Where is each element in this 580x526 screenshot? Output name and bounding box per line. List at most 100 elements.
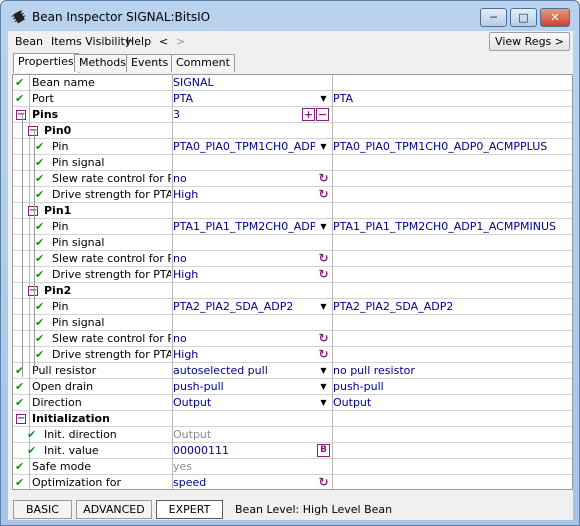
column-separator	[332, 283, 333, 299]
remove-pin-button[interactable]: −	[316, 108, 329, 121]
property-row[interactable]: ✔ Direction Output Output ▼	[13, 395, 572, 411]
tab-bar: Properties Methods Events Comment	[8, 53, 573, 73]
add-pin-button[interactable]: +	[302, 108, 315, 121]
property-value[interactable]: no	[173, 332, 315, 345]
property-row[interactable]: ✔ Slew rate control for PTAno↻	[13, 331, 572, 347]
collapse-icon[interactable]: −	[28, 206, 38, 216]
property-row[interactable]: ✔ Init. value 00000111 B	[13, 443, 572, 459]
property-value[interactable]: PTA	[173, 92, 315, 105]
view-regs-button[interactable]: View Regs >	[489, 32, 570, 51]
property-row[interactable]: − Initialization	[13, 411, 572, 427]
reset-default-icon[interactable]: ↻	[317, 188, 330, 201]
column-separator	[29, 235, 30, 251]
collapse-icon[interactable]: −	[16, 414, 26, 424]
nav-back-button[interactable]: <	[159, 35, 168, 48]
property-value[interactable]: no	[173, 252, 315, 265]
level-advanced-button[interactable]: ADVANCED	[76, 500, 152, 519]
level-basic-button[interactable]: BASIC	[13, 500, 72, 519]
bean-inspector-window: Bean Inspector SIGNAL:BitsIO ─ □ ✕ Bean …	[0, 0, 580, 526]
property-row[interactable]: ✔ Init. direction Output	[13, 427, 572, 443]
tab-events[interactable]: Events	[126, 54, 174, 72]
tab-properties[interactable]: Properties	[13, 53, 79, 73]
tab-comment[interactable]: Comment	[171, 54, 235, 72]
dropdown-arrow-icon[interactable]: ▼	[317, 300, 330, 313]
property-resolved-value: PTA0_PIA0_TPM1CH0_ADP0_ACMPPLUS	[333, 140, 548, 153]
property-row[interactable]: ✔ Pull resistor autoselected pull no pull r…	[13, 363, 572, 379]
check-icon: ✔	[35, 348, 45, 361]
property-row[interactable]: −Pin0	[13, 123, 572, 139]
property-value[interactable]: Output	[173, 396, 315, 409]
property-row[interactable]: ✔ Open drain push-pull push-pull ▼	[13, 379, 572, 395]
check-icon: ✔	[35, 140, 45, 153]
property-row[interactable]: ✔ Pin signal	[13, 235, 572, 251]
property-value[interactable]: speed	[173, 476, 315, 489]
property-value[interactable]: no	[173, 172, 315, 185]
collapse-icon[interactable]: −	[28, 286, 38, 296]
check-icon: ✔	[35, 188, 45, 201]
property-value[interactable]: PTA1_PIA1_TPM2CH0_ADP	[173, 220, 315, 233]
property-row[interactable]: ✔ Slew rate control for PTAno↻	[13, 171, 572, 187]
reset-default-icon[interactable]: ↻	[317, 268, 330, 281]
property-value[interactable]: 3	[173, 108, 315, 121]
dropdown-arrow-icon[interactable]: ▼	[317, 92, 330, 105]
property-row[interactable]: ✔ Pin signal	[13, 315, 572, 331]
dropdown-arrow-icon[interactable]: ▼	[317, 380, 330, 393]
collapse-icon[interactable]: −	[28, 126, 38, 136]
menu-help[interactable]: Help	[126, 35, 151, 48]
dropdown-arrow-icon[interactable]: ▼	[317, 220, 330, 233]
property-value[interactable]: PTA2_PIA2_SDA_ADP2	[173, 300, 315, 313]
property-value[interactable]: PTA0_PIA0_TPM1CH0_ADP	[173, 140, 315, 153]
level-expert-button[interactable]: EXPERT	[156, 500, 223, 519]
title-bar[interactable]: Bean Inspector SIGNAL:BitsIO ─ □ ✕	[1, 1, 579, 31]
property-row[interactable]: ✔ Safe mode yes	[13, 459, 572, 475]
property-row[interactable]: ✔ Optimization for speed ↻	[13, 475, 572, 489]
property-value[interactable]: High	[173, 268, 315, 281]
property-row[interactable]: −Pin2	[13, 283, 572, 299]
property-value[interactable]: High	[173, 188, 315, 201]
close-button[interactable]: ✕	[540, 8, 570, 27]
property-value[interactable]: 00000111	[173, 444, 315, 457]
property-row[interactable]: ✔ Port PTA PTA ▼	[13, 91, 572, 107]
property-value[interactable]: SIGNAL	[173, 76, 315, 89]
property-value[interactable]: Output	[173, 428, 315, 441]
tab-methods[interactable]: Methods	[74, 54, 131, 72]
check-icon: ✔	[35, 236, 45, 249]
bit-editor-button[interactable]: B	[317, 444, 330, 457]
nav-forward-button[interactable]: >	[176, 35, 185, 48]
property-row[interactable]: ✔ Drive strength for PTA2 High ↻	[13, 347, 572, 363]
dropdown-arrow-icon[interactable]: ▼	[317, 364, 330, 377]
menu-bean[interactable]: Bean	[15, 35, 43, 48]
property-row[interactable]: ✔ Pin PTA2_PIA2_SDA_ADP2 PTA2_PIA2_SDA_ADP2…	[13, 299, 572, 315]
collapse-icon[interactable]: −	[16, 110, 26, 120]
property-row[interactable]: ✔ Pin PTA0_PIA0_TPM1CH0_ADP PTA0_PIA0_TPM1C…	[13, 139, 572, 155]
property-row[interactable]: ✔ Drive strength for PTA1 High ↻	[13, 267, 572, 283]
property-value[interactable]: yes	[173, 460, 315, 473]
reset-default-icon[interactable]: ↻	[317, 348, 330, 361]
maximize-button[interactable]: □	[510, 8, 537, 27]
reset-default-icon[interactable]: ↻	[317, 476, 330, 489]
reset-default-icon[interactable]: ↻	[317, 172, 330, 185]
property-row[interactable]: ✔ Bean name SIGNAL	[13, 75, 572, 91]
column-separator	[332, 75, 333, 91]
property-value[interactable]: High	[173, 348, 315, 361]
property-row[interactable]: −Pins3+−	[13, 107, 572, 123]
property-row[interactable]: ✔ Pin signal	[13, 155, 572, 171]
dropdown-arrow-icon[interactable]: ▼	[317, 140, 330, 153]
property-row[interactable]: ✔ Slew rate control for PTAno↻	[13, 251, 572, 267]
window-title: Bean Inspector SIGNAL:BitsIO	[32, 10, 211, 24]
property-row[interactable]: ✔ Pin PTA1_PIA1_TPM2CH0_ADP PTA1_PIA1_TPM2C…	[13, 219, 572, 235]
property-label: Pin2	[44, 284, 72, 297]
menu-items-visibility[interactable]: Items Visibility	[51, 35, 131, 48]
reset-default-icon[interactable]: ↻	[317, 332, 330, 345]
minimize-button[interactable]: ─	[480, 8, 507, 27]
property-value[interactable]: autoselected pull	[173, 364, 315, 377]
column-separator	[332, 459, 333, 475]
check-icon: ✔	[27, 444, 37, 457]
property-value[interactable]: push-pull	[173, 380, 315, 393]
property-row[interactable]: ✔ Drive strength for PTA0 High ↻	[13, 187, 572, 203]
dropdown-arrow-icon[interactable]: ▼	[317, 396, 330, 409]
check-icon: ✔	[15, 380, 25, 393]
property-row[interactable]: −Pin1	[13, 203, 572, 219]
bean-level-label: Bean Level: High Level Bean	[235, 503, 393, 516]
reset-default-icon[interactable]: ↻	[317, 252, 330, 265]
